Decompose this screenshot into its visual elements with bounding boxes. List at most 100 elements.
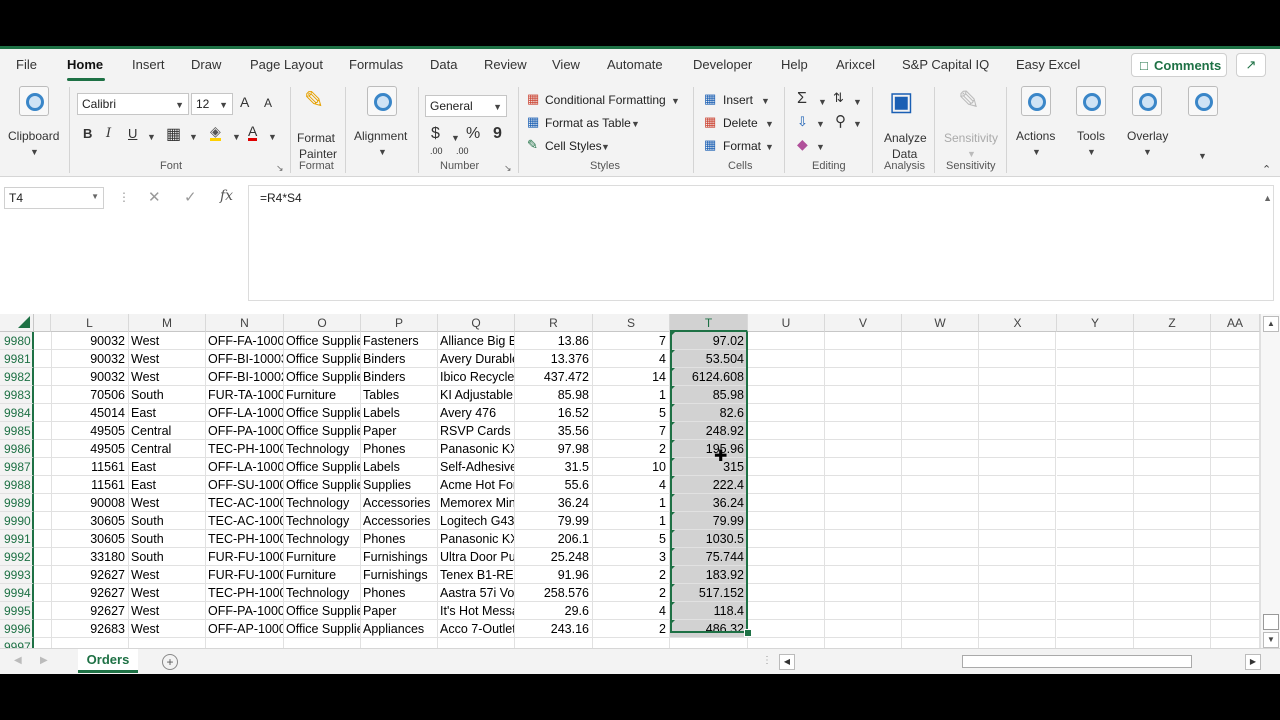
column-header-w[interactable]: W [902, 314, 979, 332]
sensitivity-button[interactable]: Sensitivity [944, 131, 998, 145]
grid-cell[interactable] [1211, 584, 1260, 602]
grid-cell-t[interactable]: 79.99 [670, 512, 748, 530]
grid-cell[interactable] [34, 620, 52, 638]
tab-file[interactable]: File [16, 57, 37, 72]
grid-cell[interactable] [1211, 476, 1260, 494]
grid-cell[interactable] [1211, 566, 1260, 584]
column-header-o[interactable]: O [284, 314, 361, 332]
grid-cell[interactable] [902, 350, 979, 368]
grid-cell[interactable] [825, 458, 902, 476]
grid-cell-s[interactable]: 1 [593, 494, 670, 512]
grid-cell-r[interactable]: 25.248 [515, 548, 593, 566]
grid-cell-q[interactable]: Ibico Recycled [438, 368, 515, 386]
grid-cell-m[interactable]: East [129, 404, 206, 422]
grid-cell-p[interactable]: Appliances [361, 620, 438, 638]
alignment-icon[interactable] [367, 86, 397, 116]
grid-cell-q[interactable]: It's Hot Message [438, 602, 515, 620]
format-painter-icon[interactable]: ✎ [304, 86, 324, 115]
shrink-font-icon[interactable]: A [264, 96, 272, 110]
grid-cell-p[interactable]: Furnishings [361, 548, 438, 566]
autosum-icon[interactable]: Σ [797, 90, 807, 108]
grid-cell[interactable] [902, 422, 979, 440]
grid-cell[interactable] [979, 602, 1056, 620]
grid-cell[interactable] [1057, 476, 1134, 494]
grid-cell[interactable] [748, 476, 825, 494]
grid-cell[interactable] [1057, 530, 1134, 548]
horizontal-scrollbar[interactable]: ◀ ▶ [779, 654, 1261, 670]
grid-cell[interactable] [825, 530, 902, 548]
underline-button[interactable]: U [128, 126, 137, 141]
number-format-select[interactable]: General ▼ [425, 95, 507, 117]
scroll-left-icon[interactable]: ◀ [779, 654, 795, 670]
tab-automate[interactable]: Automate [607, 57, 663, 72]
select-all-button[interactable] [0, 314, 34, 332]
grid-cell[interactable] [902, 458, 979, 476]
grid-cell[interactable] [979, 494, 1056, 512]
grow-font-icon[interactable]: A [240, 94, 249, 110]
grid-cell[interactable] [825, 512, 902, 530]
grid-cell-m[interactable]: Central [129, 422, 206, 440]
grid-cell-p[interactable]: Phones [361, 530, 438, 548]
grid-cell[interactable] [902, 602, 979, 620]
grid-cell-s[interactable]: 7 [593, 422, 670, 440]
grid-cell[interactable] [902, 386, 979, 404]
grid-cell[interactable] [979, 404, 1056, 422]
grid-cell-q[interactable]: Ultra Door Pull [438, 548, 515, 566]
grid-cell-m[interactable]: West [129, 368, 206, 386]
grid-cell-r[interactable]: 85.98 [515, 386, 593, 404]
tab-data[interactable]: Data [430, 57, 457, 72]
grid-cell[interactable] [825, 404, 902, 422]
grid-cell-t[interactable]: 486.32 [670, 620, 748, 638]
grid-cell-t[interactable]: 315 [670, 458, 748, 476]
collapse-ribbon-icon[interactable]: ⌃ [1262, 163, 1271, 176]
grid-cell[interactable] [1134, 620, 1211, 638]
grid-cell-s[interactable]: 5 [593, 404, 670, 422]
grid-cell-o[interactable]: Furniture [284, 548, 361, 566]
grid-cell[interactable] [1057, 422, 1134, 440]
grid-cell-n[interactable]: OFF-LA-10001 [206, 458, 284, 476]
grid-cell-l[interactable]: 45014 [52, 404, 129, 422]
column-header-aa[interactable]: AA [1211, 314, 1260, 332]
cell-styles-button[interactable]: Cell Styles [545, 139, 602, 153]
grid-cell[interactable] [1211, 602, 1260, 620]
conditional-formatting-button[interactable]: Conditional Formatting [545, 93, 666, 107]
grid-cell[interactable] [1057, 494, 1134, 512]
column-header-m[interactable]: M [129, 314, 206, 332]
addin-icon[interactable] [1188, 86, 1218, 116]
grid-cell-m[interactable]: South [129, 386, 206, 404]
grid-cell[interactable] [979, 422, 1056, 440]
grid-cell-s[interactable]: 5 [593, 530, 670, 548]
share-button[interactable]: ↗ [1236, 53, 1266, 77]
vertical-scroll-thumb[interactable] [1263, 614, 1279, 630]
grid-cell-p[interactable]: Furnishings [361, 566, 438, 584]
grid-cell-m[interactable]: West [129, 620, 206, 638]
tab-view[interactable]: View [552, 57, 580, 72]
grid-cell[interactable] [748, 512, 825, 530]
grid-cell-m[interactable]: South [129, 512, 206, 530]
grid-cell-o[interactable]: Technology [284, 584, 361, 602]
decrease-decimal-button[interactable]: .00 [456, 146, 469, 156]
tab-easy-excel[interactable]: Easy Excel [1016, 57, 1080, 72]
grid-cell-o[interactable]: Office Supplies [284, 422, 361, 440]
grid-cell-o[interactable]: Office Supplies [284, 620, 361, 638]
grid-cell-o[interactable]: Office Supplies [284, 602, 361, 620]
grid-cell-t[interactable]: 517.152 [670, 584, 748, 602]
column-header-v[interactable]: V [825, 314, 902, 332]
delete-cells-icon[interactable]: ▦ [704, 114, 716, 130]
cell-styles-icon[interactable]: ✎ [527, 137, 538, 153]
grid-cell-s[interactable]: 3 [593, 548, 670, 566]
grid-cell-s[interactable]: 2 [593, 566, 670, 584]
grid-cell[interactable] [1134, 512, 1211, 530]
formula-input[interactable]: =R4*S4 [248, 185, 1274, 301]
grid-cell[interactable] [748, 548, 825, 566]
grid-cell-r[interactable]: 35.56 [515, 422, 593, 440]
grid-cell[interactable] [1134, 332, 1211, 350]
column-header-x[interactable]: X [979, 314, 1057, 332]
grid-cell[interactable] [1057, 512, 1134, 530]
format-as-table-button[interactable]: Format as Table [545, 116, 631, 130]
grid-cell-s[interactable]: 7 [593, 332, 670, 350]
grid-cell[interactable] [1134, 530, 1211, 548]
grid-cell-n[interactable]: OFF-BI-10002 [206, 368, 284, 386]
grid-cell[interactable] [1211, 386, 1260, 404]
comments-button[interactable]: □ Comments [1131, 53, 1227, 77]
